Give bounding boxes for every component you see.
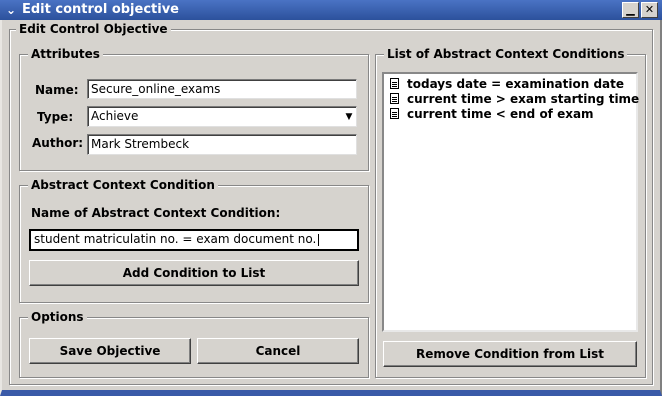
cancel-button[interactable]: Cancel [197,338,359,364]
condition-listbox[interactable]: todays date = examination date current t… [382,72,639,332]
list-item-label: current time > exam starting time [407,92,640,106]
save-objective-button[interactable]: Save Objective [29,338,191,364]
title-bar: ⌄ Edit control objective ▁ ✕ [0,0,662,20]
author-label: Author: [32,136,84,150]
chevron-down-icon[interactable]: ▼ [344,111,354,123]
abstract-context-condition-legend: Abstract Context Condition [28,178,218,192]
remove-condition-button[interactable]: Remove Condition from List [383,341,637,367]
window-menu-icon[interactable]: ⌄ [2,1,20,19]
close-icon[interactable]: ✕ [641,2,658,18]
type-select[interactable]: Achieve ▼ [87,106,357,127]
name-label: Name: [35,83,79,97]
list-item[interactable]: current time < end of exam [390,107,594,122]
minimize-icon[interactable]: ▁ [622,2,639,18]
type-label: Type: [37,110,74,124]
document-icon [390,108,399,119]
options-legend: Options [28,310,87,324]
author-field[interactable]: Mark Strembeck [87,134,357,155]
name-field[interactable]: Secure_online_exams [87,79,357,99]
list-item[interactable]: current time > exam starting time [390,92,639,107]
type-selected-value: Achieve [91,109,139,123]
condition-name-value: student matriculatin no. = exam document… [34,232,317,246]
edit-control-objective-legend: Edit Control Objective [16,22,171,36]
condition-list-legend: List of Abstract Context Conditions [384,47,628,61]
condition-name-label: Name of Abstract Context Condition: [31,206,281,220]
document-icon [390,78,399,89]
list-item[interactable]: todays date = examination date [390,77,624,92]
text-caret [318,233,320,246]
list-item-label: current time < end of exam [407,107,594,121]
condition-name-input[interactable]: student matriculatin no. = exam document… [29,229,359,251]
attributes-legend: Attributes [28,47,103,61]
document-icon [390,93,399,104]
window-title: Edit control objective [22,2,179,17]
add-condition-button[interactable]: Add Condition to List [29,260,359,286]
list-item-label: todays date = examination date [407,77,625,91]
